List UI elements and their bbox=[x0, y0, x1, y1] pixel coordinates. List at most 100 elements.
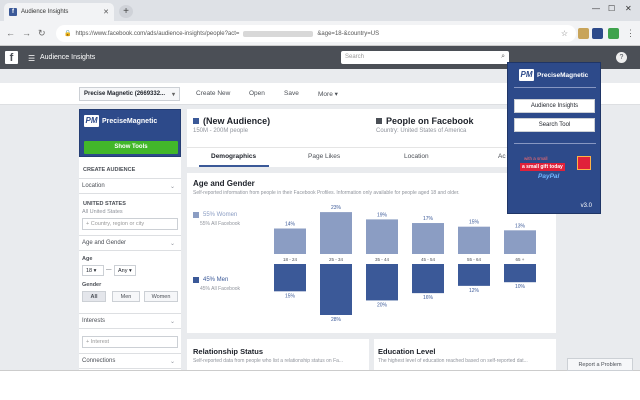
fb-search-input[interactable]: Search ⌕ bbox=[341, 51, 509, 64]
fb-page-title: Audience Insights bbox=[40, 54, 96, 61]
men-bar-label: 15% bbox=[285, 293, 296, 299]
popup-divider bbox=[514, 87, 596, 88]
audience-size: 150M - 200M people bbox=[193, 128, 249, 134]
gift-line1: with a small bbox=[524, 156, 548, 161]
men-bar-label: 10% bbox=[515, 284, 526, 290]
audience-select[interactable]: Precise Magnetic (2669332... ▾ bbox=[79, 87, 180, 101]
age-to-select[interactable]: Any ▾ bbox=[114, 265, 136, 276]
age-gender-section[interactable]: Age and Gender ⌄ bbox=[79, 235, 181, 251]
left-panel: PM PreciseMagnetic Show Tools CREATE AUD… bbox=[79, 109, 181, 370]
location-section[interactable]: Location ⌄ bbox=[79, 178, 181, 194]
back-icon[interactable]: ← bbox=[6, 28, 15, 38]
close-window-icon[interactable]: ✕ bbox=[625, 4, 632, 13]
women-bar bbox=[458, 226, 490, 254]
chevron-down-icon: ⌄ bbox=[169, 359, 175, 365]
url-prefix: https://www.facebook.com/ads/audience-in… bbox=[75, 30, 240, 37]
gender-men-button[interactable]: Men bbox=[112, 291, 140, 302]
category-label: 18 - 24 bbox=[283, 257, 298, 262]
search-tool-button[interactable]: Search Tool bbox=[514, 118, 595, 132]
men-bar-label: 20% bbox=[377, 302, 388, 308]
men-bar bbox=[412, 264, 444, 294]
tab-activity[interactable]: Ac bbox=[498, 153, 506, 160]
precise-magnetic-logo: PM PreciseMagnetic bbox=[84, 115, 157, 127]
category-label: 35 - 44 bbox=[375, 257, 390, 262]
gift-line2: a small gift today bbox=[520, 163, 565, 171]
age-dash: — bbox=[106, 267, 112, 273]
chevron-down-icon: ⌄ bbox=[169, 319, 175, 325]
chevron-down-icon: ⌄ bbox=[169, 184, 175, 190]
forward-icon[interactable]: → bbox=[22, 28, 31, 38]
more-button[interactable]: More ▾ bbox=[318, 90, 338, 98]
country-label: Country: United States of America bbox=[376, 128, 467, 134]
extension-icon-2[interactable] bbox=[592, 28, 603, 39]
category-label: 65 + bbox=[516, 257, 525, 262]
women-bar bbox=[504, 230, 536, 254]
audience-insights-button[interactable]: Audience Insights bbox=[514, 99, 595, 113]
audience-select-value: Precise Magnetic (2669332... bbox=[84, 91, 166, 97]
menu-icon[interactable]: ☰ bbox=[28, 54, 35, 63]
relationship-card: Relationship Status Self-reported data f… bbox=[187, 339, 369, 370]
audience-square-icon bbox=[193, 118, 199, 124]
women-bar bbox=[366, 219, 398, 254]
search-icon[interactable]: ⌕ bbox=[501, 53, 505, 61]
people-title: People on Facebook bbox=[386, 116, 474, 126]
extension-icon-1[interactable] bbox=[578, 28, 589, 39]
pm-logo-icon: PM bbox=[84, 115, 99, 127]
url-field[interactable]: 🔒 https://www.facebook.com/ads/audience-… bbox=[56, 25, 576, 42]
men-bar bbox=[458, 264, 490, 286]
interests-section[interactable]: Interests ⌄ bbox=[79, 313, 181, 329]
paypal-label: PayPal bbox=[538, 173, 560, 180]
connections-section[interactable]: Connections ⌄ bbox=[79, 353, 181, 369]
report-problem-button[interactable]: Report a Problem bbox=[567, 358, 633, 371]
men-bar bbox=[504, 264, 536, 283]
women-bar bbox=[320, 212, 352, 254]
create-audience-heading: CREATE AUDIENCE bbox=[83, 167, 136, 173]
help-icon[interactable]: ? bbox=[616, 52, 627, 63]
extension-icon-3[interactable] bbox=[608, 28, 619, 39]
bookmark-star-icon[interactable]: ☆ bbox=[561, 29, 568, 38]
content-area: (New Audience) 150M - 200M people People… bbox=[187, 109, 556, 370]
save-button[interactable]: Save bbox=[284, 90, 299, 97]
address-bar-row: ← → ↻ 🔒 https://www.facebook.com/ads/aud… bbox=[0, 21, 640, 46]
women-bar-label: 13% bbox=[515, 223, 526, 229]
women-bar-label: 23% bbox=[331, 205, 342, 211]
maximize-icon[interactable]: ☐ bbox=[608, 4, 615, 13]
interests-label: Interests bbox=[82, 318, 106, 324]
popup-logo: PM PreciseMagnetic bbox=[519, 69, 588, 81]
interest-input[interactable]: + Interest bbox=[82, 336, 178, 348]
men-bar-label: 16% bbox=[423, 295, 434, 301]
open-button[interactable]: Open bbox=[249, 90, 265, 97]
pm-logo-icon: PM bbox=[519, 69, 534, 81]
minimize-icon[interactable]: — bbox=[592, 4, 600, 13]
country-input[interactable]: + Country, region or city bbox=[82, 218, 178, 230]
age-from-select[interactable]: 18 ▾ bbox=[82, 265, 104, 276]
gender-all-button[interactable]: All bbox=[82, 291, 106, 302]
version-label: v3.0 bbox=[580, 203, 592, 209]
audience-header-card: (New Audience) 150M - 200M people People… bbox=[187, 109, 556, 167]
gender-label: Gender bbox=[82, 282, 102, 288]
popup-divider bbox=[514, 143, 596, 144]
create-new-button[interactable]: Create New bbox=[196, 90, 230, 97]
gender-women-button[interactable]: Women bbox=[144, 291, 178, 302]
category-label: 55 - 64 bbox=[467, 257, 482, 262]
location-label: Location bbox=[82, 183, 105, 189]
category-label: 45 - 54 bbox=[421, 257, 436, 262]
tab-title: Audience Insights bbox=[21, 9, 69, 15]
browser-tab[interactable]: f Audience Insights ✕ bbox=[4, 3, 114, 21]
reload-icon[interactable]: ↻ bbox=[38, 28, 46, 39]
tab-demographics[interactable]: Demographics bbox=[211, 153, 256, 160]
show-tools-button[interactable]: Show Tools bbox=[84, 141, 178, 154]
close-tab-icon[interactable]: ✕ bbox=[103, 8, 109, 16]
paypal-gift-banner[interactable]: with a small a small gift today PayPal bbox=[520, 154, 592, 186]
age-gender-chart: 18 - 24 25 - 34 35 - 44 45 - 54 55 - 64 65 + 1… bbox=[274, 205, 536, 323]
facebook-logo-icon[interactable]: f bbox=[5, 51, 18, 64]
gender-toggle: All Men Women bbox=[82, 291, 178, 302]
women-bar bbox=[274, 228, 306, 254]
education-title: Education Level bbox=[378, 347, 436, 356]
new-tab-button[interactable]: + bbox=[119, 5, 133, 18]
browser-menu-icon[interactable]: ⋮ bbox=[626, 28, 635, 39]
tab-page-likes[interactable]: Page Likes bbox=[308, 153, 340, 160]
gift-box-icon bbox=[577, 156, 591, 170]
tab-location[interactable]: Location bbox=[404, 153, 429, 160]
search-placeholder: Search bbox=[345, 54, 365, 60]
